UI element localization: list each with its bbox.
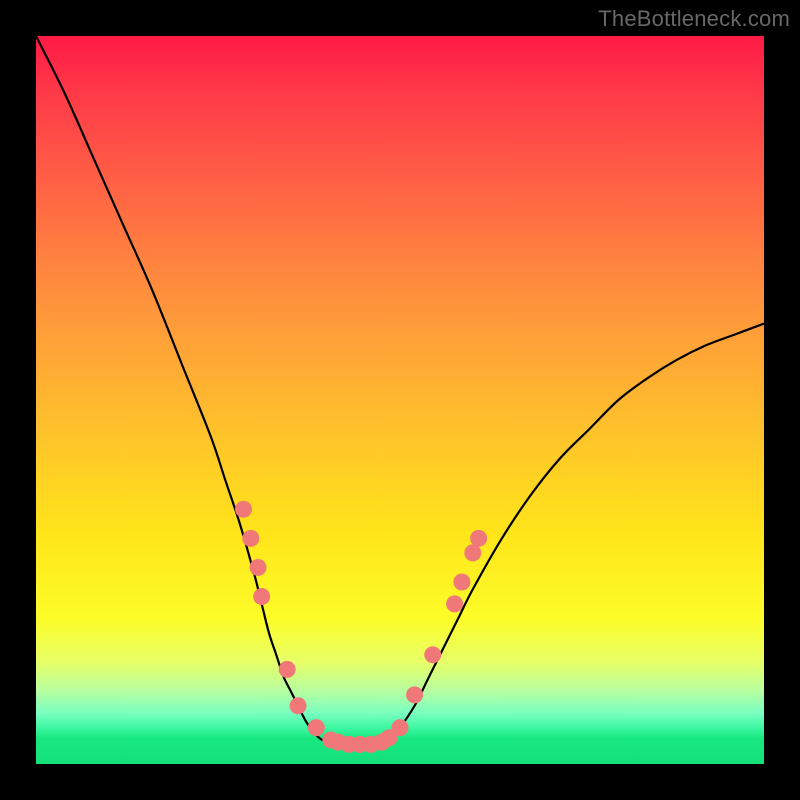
data-point (279, 661, 296, 678)
data-point (446, 595, 463, 612)
curve-data-points (235, 501, 487, 753)
data-point (308, 719, 325, 736)
data-point (424, 646, 441, 663)
curve-line (36, 36, 764, 747)
data-point (250, 559, 267, 576)
data-point (470, 530, 487, 547)
data-point (290, 697, 307, 714)
data-point (235, 501, 252, 518)
plot-area (36, 36, 764, 764)
data-point (453, 574, 470, 591)
bottleneck-curve (36, 36, 764, 764)
watermark-text: TheBottleneck.com (598, 6, 790, 32)
data-point (242, 530, 259, 547)
data-point (253, 588, 270, 605)
data-point (392, 719, 409, 736)
data-point (464, 544, 481, 561)
data-point (406, 686, 423, 703)
chart-frame: TheBottleneck.com (0, 0, 800, 800)
